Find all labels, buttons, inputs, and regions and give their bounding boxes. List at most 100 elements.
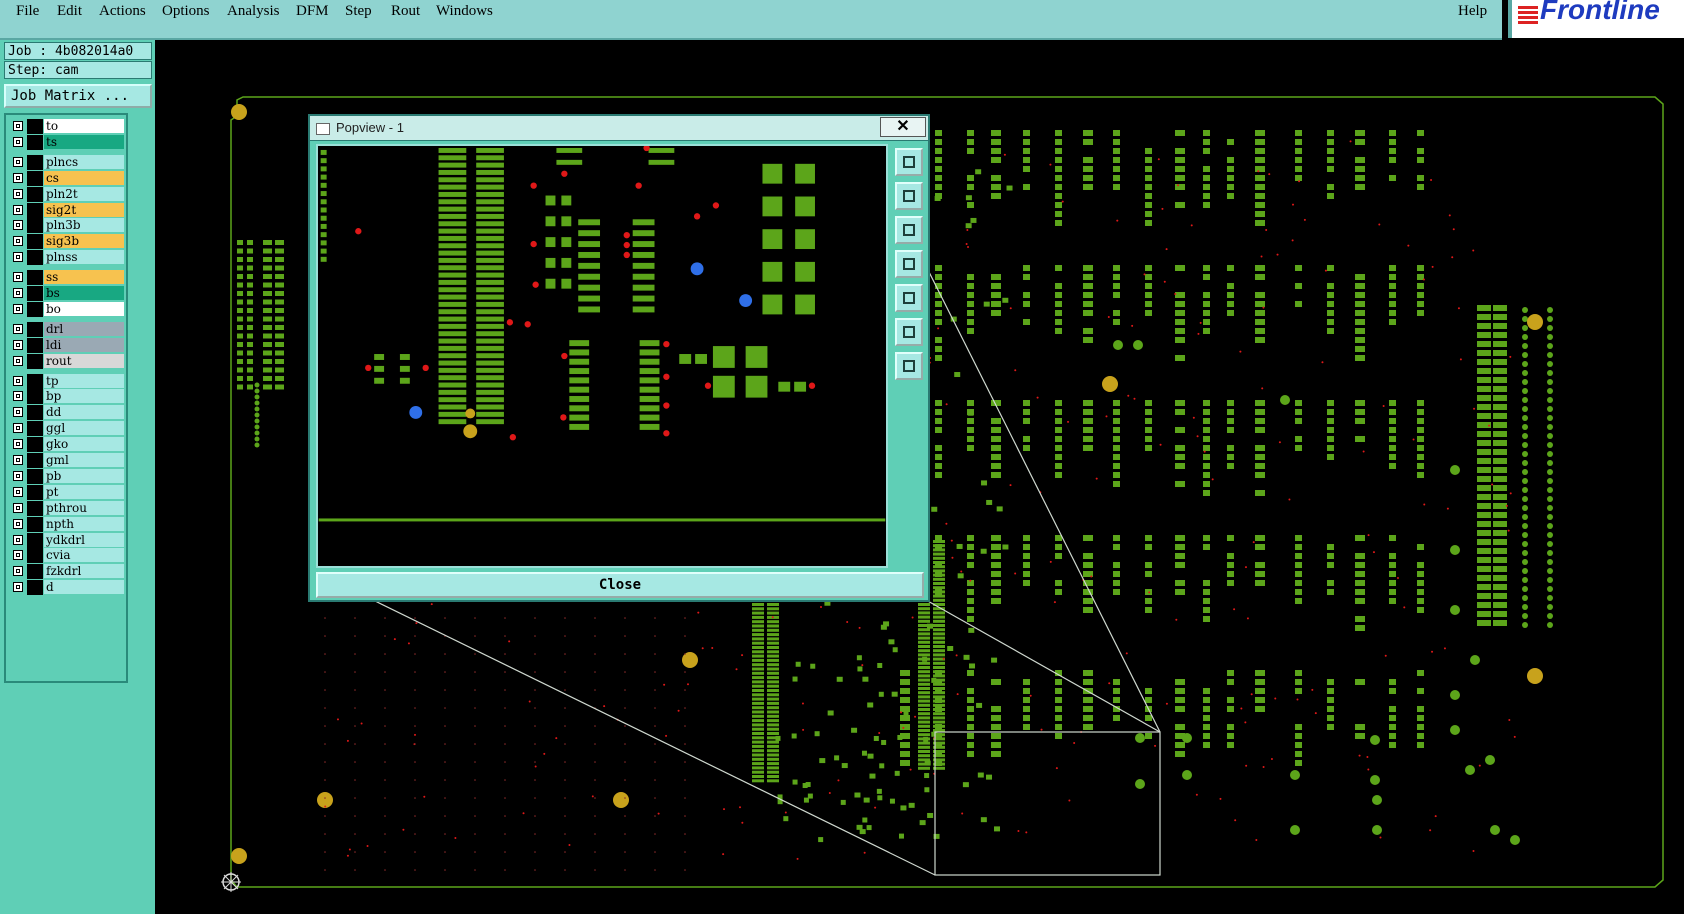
layer-row-pb[interactable]: pb — [8, 468, 126, 484]
layer-checkbox[interactable] — [13, 375, 23, 386]
layer-checkbox[interactable] — [13, 470, 23, 481]
layer-name[interactable]: dd — [44, 405, 124, 420]
layer-row-plnss[interactable]: plnss — [8, 250, 126, 266]
layer-name[interactable]: sig2t — [44, 202, 124, 217]
layer-checkbox[interactable] — [13, 121, 23, 131]
close-icon[interactable]: ✕ — [880, 117, 926, 137]
layer-name[interactable]: pln3b — [44, 218, 124, 233]
layer-checkbox[interactable] — [13, 188, 23, 199]
layer-row-d[interactable]: d — [8, 580, 126, 596]
layer-row-drl[interactable]: drl — [8, 321, 126, 337]
layer-row-tp[interactable]: tp — [8, 373, 126, 389]
menu-analysis[interactable]: Analysis — [227, 3, 280, 20]
layer-row-ss[interactable]: ss — [8, 270, 126, 286]
layer-checkbox[interactable] — [13, 566, 23, 577]
layer-row-gko[interactable]: gko — [8, 437, 126, 453]
menu-file[interactable]: File — [16, 3, 39, 20]
zoom-in-icon[interactable] — [895, 318, 923, 346]
layer-name[interactable]: cvia — [44, 548, 124, 563]
layer-checkbox[interactable] — [13, 136, 23, 147]
layer-checkbox[interactable] — [13, 220, 23, 231]
layer-row-cvia[interactable]: cvia — [8, 548, 126, 564]
layer-checkbox[interactable] — [13, 156, 23, 167]
layer-row-pln2t[interactable]: pln2t — [8, 186, 126, 202]
layer-row-to[interactable]: to — [8, 119, 126, 134]
layer-row-plncs[interactable]: plncs — [8, 154, 126, 170]
menu-step[interactable]: Step — [345, 3, 372, 20]
layer-row-bo[interactable]: bo — [8, 301, 126, 317]
layer-name[interactable]: ggl — [44, 421, 124, 436]
layer-row-pln3b[interactable]: pln3b — [8, 218, 126, 234]
layer-name[interactable]: to — [44, 119, 124, 133]
layer-checkbox[interactable] — [13, 236, 23, 247]
layer-name[interactable]: gko — [44, 437, 124, 452]
layer-row-pt[interactable]: pt — [8, 484, 126, 500]
menu-rout[interactable]: Rout — [391, 3, 420, 20]
layer-row-dd[interactable]: dd — [8, 405, 126, 421]
pan-right-icon[interactable] — [895, 284, 923, 312]
zoom-fit-icon[interactable] — [895, 352, 923, 380]
layer-name[interactable]: tp — [44, 373, 124, 388]
layer-name[interactable]: pb — [44, 468, 124, 483]
layer-checkbox[interactable] — [13, 391, 23, 402]
layer-checkbox[interactable] — [13, 339, 23, 350]
layer-checkbox[interactable] — [13, 288, 23, 298]
layer-name[interactable]: plnss — [44, 250, 124, 265]
layer-name[interactable]: pln2t — [44, 186, 124, 201]
layer-row-ggl[interactable]: ggl — [8, 421, 126, 437]
layer-checkbox[interactable] — [13, 355, 23, 366]
layer-checkbox[interactable] — [13, 550, 23, 561]
menu-edit[interactable]: Edit — [57, 3, 82, 20]
layer-checkbox[interactable] — [13, 502, 23, 513]
layer-name[interactable]: ydkdrl — [44, 532, 124, 547]
pan-down-icon[interactable] — [895, 216, 923, 244]
layer-name[interactable]: npth — [44, 516, 124, 531]
layer-row-fzkdrl[interactable]: fzkdrl — [8, 564, 126, 580]
menu-options[interactable]: Options — [162, 3, 210, 20]
layer-name[interactable]: gml — [44, 453, 124, 467]
layer-checkbox[interactable] — [13, 252, 23, 263]
layer-name[interactable]: cs — [44, 170, 124, 185]
job-matrix-button[interactable]: Job Matrix ... — [4, 84, 152, 108]
layer-name[interactable]: d — [44, 580, 124, 595]
layer-checkbox[interactable] — [13, 439, 23, 450]
layer-row-ts[interactable]: ts — [8, 134, 126, 150]
layer-name[interactable]: sig3b — [44, 234, 124, 249]
layer-row-rout[interactable]: rout — [8, 353, 126, 369]
layer-name[interactable]: drl — [44, 321, 124, 336]
zoom-window-icon[interactable] — [895, 148, 923, 176]
layer-name[interactable]: fzkdrl — [44, 564, 124, 579]
layer-name[interactable]: bs — [44, 286, 124, 300]
layer-name[interactable]: pthrou — [44, 500, 124, 515]
layer-checkbox[interactable] — [13, 204, 23, 215]
popview-titlebar[interactable]: Popview - 1 ✕ — [310, 116, 928, 141]
layer-name[interactable]: ts — [44, 134, 124, 149]
layer-row-cs[interactable]: cs — [8, 170, 126, 186]
layer-checkbox[interactable] — [13, 272, 23, 283]
layer-checkbox[interactable] — [13, 486, 23, 497]
layer-checkbox[interactable] — [13, 582, 23, 593]
layer-row-bp[interactable]: bp — [8, 389, 126, 405]
layer-row-bs[interactable]: bs — [8, 286, 126, 301]
layer-checkbox[interactable] — [13, 423, 23, 434]
layer-row-ldi[interactable]: ldi — [8, 337, 126, 353]
layer-checkbox[interactable] — [13, 323, 23, 334]
layer-row-ydkdrl[interactable]: ydkdrl — [8, 532, 126, 548]
layer-name[interactable]: bp — [44, 389, 124, 404]
layer-name[interactable]: rout — [44, 353, 124, 368]
layer-checkbox[interactable] — [13, 518, 23, 529]
layer-checkbox[interactable] — [13, 172, 23, 183]
layer-name[interactable]: plncs — [44, 154, 124, 169]
layer-checkbox[interactable] — [13, 303, 23, 314]
layer-row-pthrou[interactable]: pthrou — [8, 500, 126, 516]
popview-zoom-view[interactable] — [316, 144, 888, 568]
layer-name[interactable]: ss — [44, 270, 124, 285]
close-button[interactable]: Close — [316, 572, 924, 598]
layer-row-gml[interactable]: gml — [8, 453, 126, 468]
layer-checkbox[interactable] — [13, 534, 23, 545]
pan-left-icon[interactable] — [895, 250, 923, 278]
menu-windows[interactable]: Windows — [436, 3, 493, 20]
pan-up-icon[interactable] — [895, 182, 923, 210]
layer-checkbox[interactable] — [13, 455, 23, 465]
menu-help[interactable]: Help — [1458, 3, 1487, 20]
